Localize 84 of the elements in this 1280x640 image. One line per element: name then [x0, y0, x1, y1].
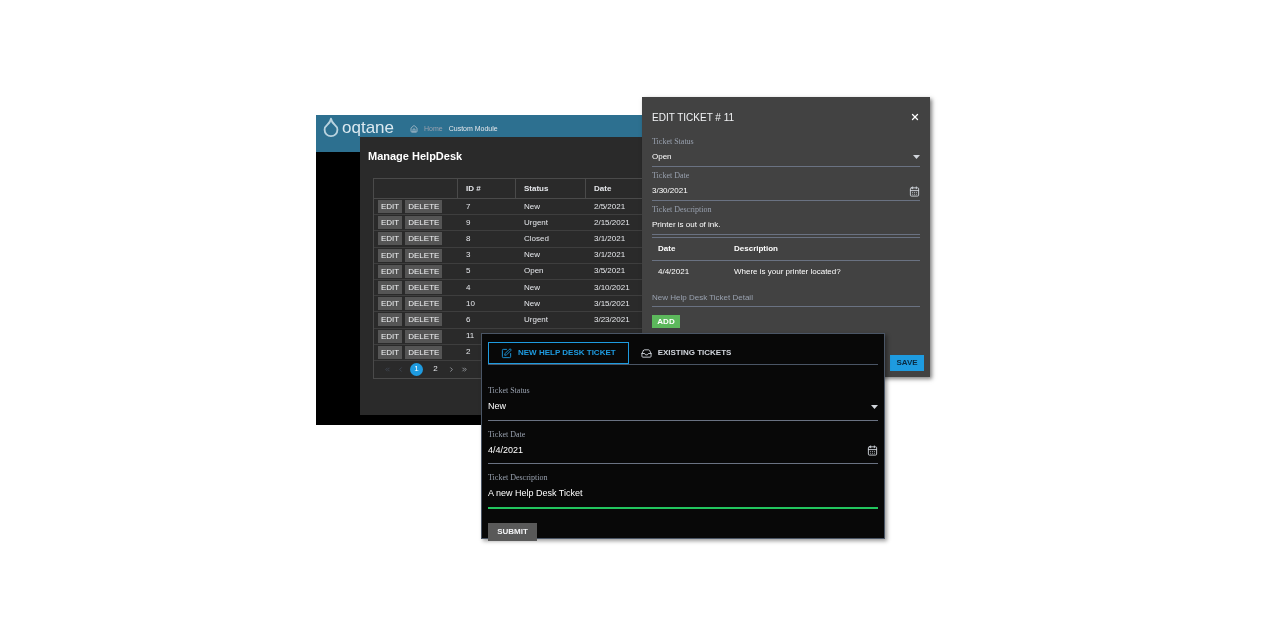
close-icon[interactable]	[910, 112, 920, 122]
next-page-icon[interactable]	[448, 365, 455, 373]
delete-button[interactable]: DELETE	[405, 248, 443, 262]
column-header: ID #	[466, 182, 481, 195]
table-cell: 3/1/2021	[594, 250, 626, 260]
delete-button[interactable]: DELETE	[405, 281, 443, 295]
field-label: Ticket Status	[488, 385, 531, 397]
panel-title: Manage HelpDesk	[368, 149, 464, 164]
edit-button[interactable]: EDIT	[378, 281, 403, 295]
table-cell: 4	[466, 282, 471, 292]
field-label: Ticket Date	[488, 428, 527, 441]
field-value[interactable]: New	[488, 400, 506, 414]
delete-button[interactable]: DELETE	[405, 313, 443, 327]
tab[interactable]: EXISTING TICKETS	[628, 342, 744, 364]
field-label: Ticket Date	[652, 170, 691, 182]
delete-button[interactable]: DELETE	[405, 216, 443, 230]
table-cell: Urgent	[524, 217, 548, 227]
inbox-icon	[640, 347, 652, 359]
dropdown-arrow-icon	[871, 404, 878, 409]
field-value[interactable]: 3/30/2021	[652, 185, 688, 197]
page-button[interactable]: 2	[429, 362, 442, 376]
calendar-icon	[909, 185, 920, 197]
edit-button[interactable]: EDIT	[378, 200, 403, 214]
delete-button[interactable]: DELETE	[405, 329, 443, 343]
field-value[interactable]: 4/4/2021	[488, 443, 524, 457]
table-cell: New	[524, 201, 540, 211]
field-label: Ticket Description	[488, 472, 549, 484]
table-cell: 8	[466, 233, 471, 243]
edit-button[interactable]: EDIT	[378, 216, 403, 230]
table-cell: 3/10/2021	[594, 282, 630, 292]
table-cell: Closed	[524, 233, 549, 243]
edit-button[interactable]: EDIT	[378, 232, 403, 246]
table-cell: 9	[466, 217, 471, 227]
delete-button[interactable]: DELETE	[405, 297, 443, 311]
table-cell: New	[524, 298, 540, 308]
table-cell-text: 4/4/2021	[658, 266, 691, 278]
edit-button[interactable]: EDIT	[378, 248, 403, 262]
detail-input-field[interactable]: New Help Desk Ticket Detail	[652, 292, 920, 307]
dropdown-arrow-icon	[913, 155, 920, 159]
table-cell: 2/5/2021	[594, 201, 626, 211]
submit-button[interactable]: SUBMIT	[488, 522, 537, 541]
table-cell: 3/5/2021	[594, 266, 626, 276]
table-cell: New	[524, 282, 540, 292]
column-header: Description	[734, 243, 778, 255]
field-value[interactable]: A new Help Desk Ticket	[488, 487, 583, 501]
table-cell: New	[524, 250, 540, 260]
field-value[interactable]: Printer is out of ink.	[652, 219, 721, 231]
logo-text: oqtane	[342, 117, 394, 137]
edit-button[interactable]: EDIT	[378, 297, 403, 311]
table-cell: Urgent	[524, 314, 548, 324]
column-header: Status	[524, 182, 549, 195]
table-cell: Where is your printer located?	[734, 266, 841, 278]
calendar-icon	[867, 444, 878, 456]
field-value[interactable]: Open	[652, 151, 672, 163]
edit-button[interactable]: EDIT	[378, 313, 403, 327]
tab[interactable]: NEW HELP DESK TICKET	[488, 342, 629, 364]
delete-button[interactable]: DELETE	[405, 345, 443, 359]
table-cell: 3/1/2021	[594, 233, 626, 243]
column-header: Date	[658, 243, 677, 255]
dialog-title: EDIT TICKET # 11	[652, 110, 735, 125]
table-cell: 2/15/2021	[594, 217, 630, 227]
table-cell: 3/23/2021	[594, 314, 630, 324]
table-cell: 11	[466, 331, 475, 341]
table-cell: 5	[466, 266, 471, 276]
table-cell: 10	[466, 298, 475, 308]
delete-button[interactable]: DELETE	[405, 232, 443, 246]
table-cell: 2	[466, 347, 471, 357]
table-cell: 7	[466, 201, 471, 211]
table-cell: 6	[466, 314, 471, 324]
edit-button[interactable]: EDIT	[378, 264, 403, 278]
home-icon	[410, 125, 418, 134]
table-cell: Open	[524, 266, 544, 276]
delete-button[interactable]: DELETE	[405, 200, 443, 214]
column-header: Date	[594, 182, 612, 195]
field-label: Ticket Description	[652, 204, 713, 216]
delete-button[interactable]: DELETE	[405, 264, 443, 278]
field-label: Ticket Status	[652, 136, 695, 148]
last-page-icon[interactable]	[461, 365, 468, 373]
edit-icon	[501, 347, 512, 359]
edit-button[interactable]: EDIT	[378, 345, 403, 359]
table-cell: 3	[466, 250, 471, 260]
save-button[interactable]: SAVE	[890, 355, 924, 371]
table-cell: 3/15/2021	[594, 298, 630, 308]
edit-button[interactable]: EDIT	[378, 329, 403, 343]
